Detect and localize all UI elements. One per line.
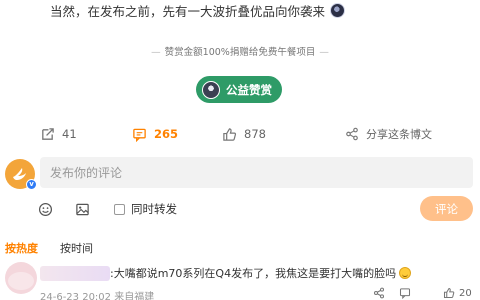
comment-like-count: 20 — [459, 287, 472, 299]
like-count: 878 — [244, 127, 266, 141]
verified-badge-icon: v — [26, 179, 37, 190]
repost-button[interactable]: 41 — [40, 121, 77, 147]
commenter-avatar[interactable] — [5, 262, 37, 294]
submit-comment-button[interactable]: 评论 — [420, 196, 473, 221]
post-action-bar: 41 265 878 分享这条博文 — [0, 121, 480, 147]
comment-reply-button[interactable] — [399, 286, 411, 300]
sync-repost-label: 同时转发 — [131, 202, 177, 216]
comment-icon — [133, 128, 146, 142]
image-icon — [76, 203, 89, 215]
thumbs-up-icon — [223, 127, 237, 141]
emoji-icon — [38, 202, 53, 216]
repost-count: 41 — [62, 127, 77, 141]
like-button[interactable]: 878 — [222, 121, 266, 147]
tab-sort-time[interactable]: 按时间 — [60, 240, 93, 256]
comment-sort-tabs: 按热度 按时间 — [0, 240, 480, 258]
comment-input[interactable]: 发布你的评论 — [40, 157, 473, 188]
share-button[interactable]: 分享这条博文 — [345, 121, 432, 147]
smile-emoji-icon — [399, 267, 412, 279]
sync-repost-checkbox[interactable] — [114, 203, 125, 215]
thumbs-up-icon — [443, 287, 455, 299]
current-user-avatar[interactable]: v — [5, 159, 37, 190]
comment-button[interactable]: 265 — [132, 121, 178, 147]
comment-text-line: :大嘴都说m70系列在Q4发布了，我焦这是要打大嘴的脸吗 — [110, 265, 412, 281]
reward-avatar — [202, 80, 220, 99]
comment-meta: 24-6-23 20:02 来自福建 — [40, 292, 155, 300]
share-icon — [346, 127, 358, 141]
comment-share-button[interactable] — [373, 286, 385, 300]
share-label: 分享这条博文 — [366, 128, 432, 141]
reward-button-label: 公益赞赏 — [226, 82, 272, 97]
sync-repost-toggle[interactable]: 同时转发 — [114, 196, 177, 222]
comment-text: :大嘴都说m70系列在Q4发布了，我焦这是要打大嘴的脸吗 — [110, 267, 397, 280]
comment-count: 265 — [154, 127, 179, 141]
share-icon — [373, 287, 385, 299]
tab-sort-hot[interactable]: 按热度 — [5, 240, 38, 256]
comment-like-button[interactable]: 20 — [443, 286, 472, 300]
mention-avatar — [330, 2, 346, 18]
comment-icon — [399, 288, 411, 299]
emoji-button[interactable] — [38, 196, 53, 222]
post-text-line: 当然，在发布之前，先有一大波折叠优品向你袭来 — [50, 0, 346, 20]
reward-note-text: 赞赏金额100%捐赠给免费午餐项目 — [164, 47, 316, 58]
composer-toolbar: 同时转发 — [0, 196, 480, 222]
image-upload-button[interactable] — [75, 196, 90, 222]
post-text: 当然，在发布之前，先有一大波折叠优品向你袭来 — [50, 3, 326, 19]
reward-button[interactable]: 公益赞赏 — [196, 76, 282, 103]
repost-icon — [42, 127, 54, 140]
reward-note: — 赞赏金额100%捐赠给免费午餐项目 — — [151, 47, 329, 58]
commenter-name-redacted[interactable] — [40, 266, 110, 281]
